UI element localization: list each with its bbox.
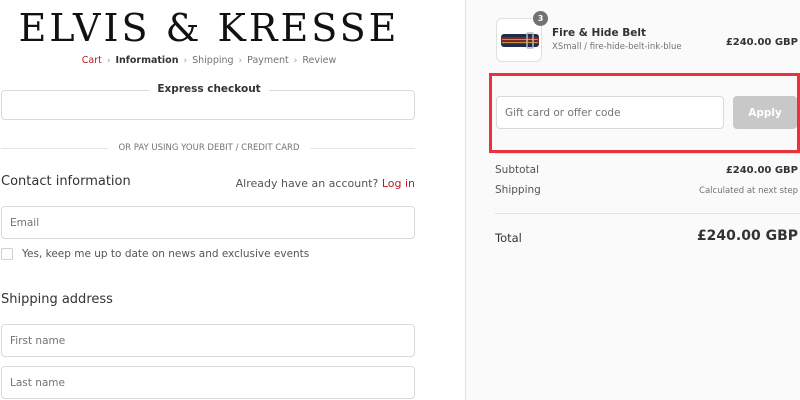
account-prompt: Already have an account? Log in (236, 177, 415, 190)
quantity-badge: 3 (533, 11, 548, 26)
payment-divider-text: OR PAY USING YOUR DEBIT / CREDIT CARD (108, 143, 310, 153)
gift-card-input[interactable] (497, 97, 723, 128)
breadcrumb-shipping: Shipping (192, 55, 234, 66)
first-name-input[interactable] (2, 325, 414, 356)
chevron-right-icon: › (106, 56, 111, 66)
account-prompt-text: Already have an account? (235, 177, 379, 190)
subtotal-label: Subtotal (495, 164, 539, 176)
gift-card-field[interactable] (496, 96, 724, 129)
product-price: £240.00 GBP (725, 37, 798, 48)
shipping-cost-label: Shipping (495, 184, 541, 196)
newsletter-label: Yes, keep me up to date on news and excl… (22, 248, 310, 260)
product-thumbnail (496, 18, 542, 62)
express-checkout-label: Express checkout (149, 83, 269, 95)
brand-logo[interactable]: ELVIS & KRESSE (0, 6, 418, 50)
chevron-right-icon: › (293, 56, 298, 66)
email-field[interactable] (1, 206, 415, 239)
login-link[interactable]: Log in (382, 177, 415, 190)
apply-button[interactable]: Apply (733, 96, 797, 129)
product-name: Fire & Hide Belt (552, 27, 646, 39)
subtotal-value: £240.00 GBP (725, 165, 798, 176)
email-input[interactable] (2, 207, 414, 238)
chevron-right-icon: › (238, 56, 243, 66)
chevron-right-icon: › (183, 56, 188, 66)
summary-divider (495, 153, 800, 154)
contact-information-title: Contact information (1, 174, 131, 189)
breadcrumb-cart[interactable]: Cart (82, 55, 102, 66)
last-name-input[interactable] (2, 367, 414, 398)
last-name-field[interactable] (1, 366, 415, 399)
first-name-field[interactable] (1, 324, 415, 357)
newsletter-checkbox[interactable] (1, 248, 13, 260)
breadcrumb: Cart › Information › Shipping › Payment › Review (0, 55, 418, 66)
newsletter-option[interactable]: Yes, keep me up to date on news and excl… (1, 248, 309, 260)
breadcrumb-information: Information (115, 55, 179, 66)
belt-image (501, 32, 539, 49)
shipping-address-title: Shipping address (1, 292, 113, 307)
shipping-cost-value: Calculated at next step (699, 186, 798, 196)
product-variant: XSmall / fire-hide-belt-ink-blue (552, 42, 682, 52)
breadcrumb-payment: Payment (247, 55, 289, 66)
breadcrumb-review: Review (302, 55, 337, 66)
total-label: Total (495, 231, 522, 245)
total-divider (495, 213, 800, 214)
total-value: £240.00 GBP (696, 228, 798, 244)
checkout-main-panel: ELVIS & KRESSE Cart › Information › Shipping… (0, 0, 465, 400)
